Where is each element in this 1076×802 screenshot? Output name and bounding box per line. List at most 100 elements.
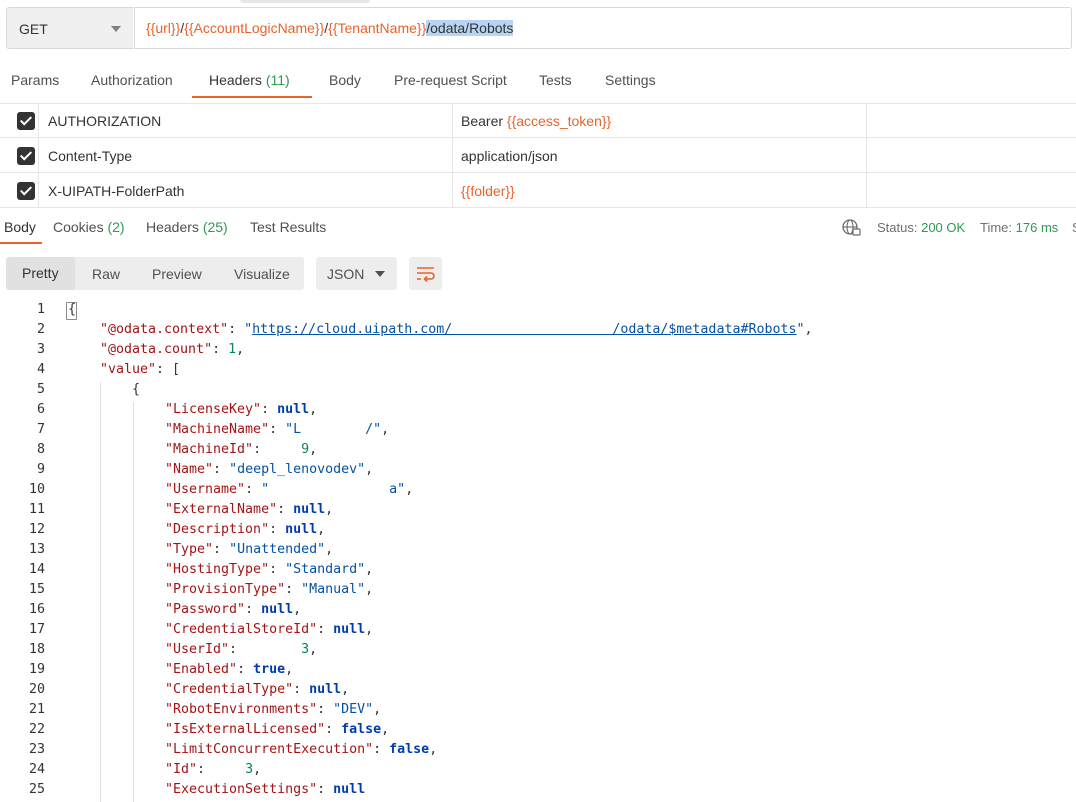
line-number: 15 (28, 582, 45, 597)
code-line: "ExternalName": null, (165, 502, 334, 517)
code-line: "Enabled": true, (165, 662, 294, 677)
line-number: 23 (28, 742, 45, 757)
line-number: 8 (36, 442, 45, 457)
code-line: "IsExternalLicensed": false, (165, 722, 390, 737)
format-select[interactable]: JSON (316, 257, 397, 290)
response-tab-cookies-count: (2) (107, 219, 125, 235)
code-line: "ProvisionType": "Manual", (165, 582, 374, 597)
header-key[interactable]: Content-Type (48, 148, 132, 164)
tab-headers[interactable]: Headers (11) (209, 72, 290, 88)
line-number: 3 (36, 342, 45, 357)
line-number: 19 (28, 662, 45, 677)
line-number: 9 (36, 462, 45, 477)
tab-settings[interactable]: Settings (605, 72, 656, 88)
view-raw-button[interactable]: Raw (92, 266, 120, 282)
column-divider (866, 104, 867, 208)
code-line: "LimitConcurrentExecution": false, (165, 742, 438, 757)
header-value[interactable]: Bearer {{access_token}} (461, 113, 611, 129)
checkbox-checked-icon[interactable] (17, 182, 35, 200)
header-value[interactable]: application/json (461, 148, 558, 164)
code-line: "RobotEnvironments": "DEV", (165, 702, 382, 717)
code-line: "Password": null, (165, 602, 302, 617)
format-label: JSON (327, 266, 365, 282)
checkbox-checked-icon[interactable] (17, 112, 35, 130)
code-line: "Name": "deepl_lenovodev", (165, 462, 374, 477)
wrap-lines-button[interactable] (409, 257, 442, 290)
line-number: 13 (28, 542, 45, 557)
header-value-var: {{access_token}} (506, 113, 612, 129)
active-response-tab-indicator (0, 242, 42, 244)
code-line: "ExecutionSettings": null (165, 782, 366, 797)
response-time: Time: 176 ms (980, 220, 1058, 235)
time-label: Time: (980, 220, 1013, 235)
code-line: "Description": null, (165, 522, 326, 537)
header-row: Content-Type application/json (0, 139, 1076, 173)
method-label: GET (19, 21, 48, 37)
response-tab-body[interactable]: Body (4, 219, 36, 235)
url-var-url: {{url}} (146, 20, 181, 36)
status-value: 200 OK (921, 220, 966, 235)
line-number: 17 (28, 622, 45, 637)
url-text[interactable]: {{url}}/{{AccountLogicName}}/{{TenantNam… (146, 20, 514, 36)
line-number: 14 (28, 562, 45, 577)
view-preview-button[interactable]: Preview (152, 266, 202, 282)
header-value[interactable]: {{folder}} (461, 183, 515, 199)
tab-prerequest-script[interactable]: Pre-request Script (394, 72, 507, 88)
response-status: Status: 200 OK (877, 220, 965, 235)
code-line: "Username": " a", (165, 482, 414, 497)
view-pretty-button[interactable]: Pretty (6, 257, 75, 290)
line-number: 20 (28, 682, 45, 697)
header-row: X-UIPATH-FolderPath {{folder}} (0, 174, 1076, 208)
code-line: "MachineName": "L /", (165, 422, 390, 437)
line-number: 6 (36, 402, 45, 417)
code-line: "value": [ (100, 362, 181, 377)
header-key[interactable]: X-UIPATH-FolderPath (48, 183, 184, 199)
tab-body[interactable]: Body (329, 72, 361, 88)
column-divider (452, 104, 453, 208)
checkbox-checked-icon[interactable] (17, 147, 35, 165)
line-number: 16 (28, 602, 45, 617)
url-var-tenant: {{TenantName}} (328, 20, 427, 36)
response-tab-headers-count: (25) (202, 219, 228, 235)
wrap-lines-icon (417, 267, 435, 283)
line-number: 22 (28, 722, 45, 737)
line-number: 24 (28, 762, 45, 777)
line-number: 7 (36, 422, 45, 437)
response-tab-headers[interactable]: Headers (25) (146, 219, 228, 235)
line-number: 4 (36, 362, 45, 377)
url-var-account: {{AccountLogicName}} (184, 20, 325, 36)
code-line: "@odata.context": "https://cloud.uipath.… (100, 322, 813, 337)
line-number: 5 (36, 382, 45, 397)
response-tab-headers-label: Headers (146, 219, 199, 235)
response-tab-test-results[interactable]: Test Results (250, 219, 326, 235)
view-visualize-button[interactable]: Visualize (234, 266, 290, 282)
response-tab-cookies[interactable]: Cookies (2) (53, 219, 125, 235)
code-line: "@odata.count": 1, (100, 342, 245, 357)
line-number: 18 (28, 642, 45, 657)
line-number: 10 (28, 482, 45, 497)
line-number: 2 (36, 322, 45, 337)
code-line: { (68, 302, 77, 317)
indent-guide (100, 382, 101, 802)
globe-icon[interactable] (842, 219, 862, 237)
chevron-down-icon (111, 26, 121, 32)
column-divider (38, 104, 39, 208)
tab-params[interactable]: Params (11, 72, 59, 88)
tab-headers-label: Headers (209, 72, 262, 88)
url-selected-path: /odata/Robots (426, 20, 514, 36)
code-line: "Id": 3, (165, 762, 262, 777)
url-input[interactable]: {{url}}/{{AccountLogicName}}/{{TenantNam… (134, 7, 1072, 49)
line-number: 1 (36, 302, 45, 317)
line-number: 21 (28, 702, 45, 717)
tab-strip-edge (240, 0, 370, 3)
method-select[interactable]: GET (6, 7, 133, 49)
view-mode-group: Pretty Raw Preview Visualize (6, 257, 304, 290)
code-line: "CredentialStoreId": null, (165, 622, 374, 637)
tab-authorization[interactable]: Authorization (91, 72, 173, 88)
code-line: "Type": "Unattended", (165, 542, 334, 557)
header-key[interactable]: AUTHORIZATION (48, 113, 161, 129)
code-line: "UserId": 3, (165, 642, 318, 657)
tab-tests[interactable]: Tests (539, 72, 572, 88)
line-number: 12 (28, 522, 45, 537)
time-value: 176 ms (1015, 220, 1059, 235)
